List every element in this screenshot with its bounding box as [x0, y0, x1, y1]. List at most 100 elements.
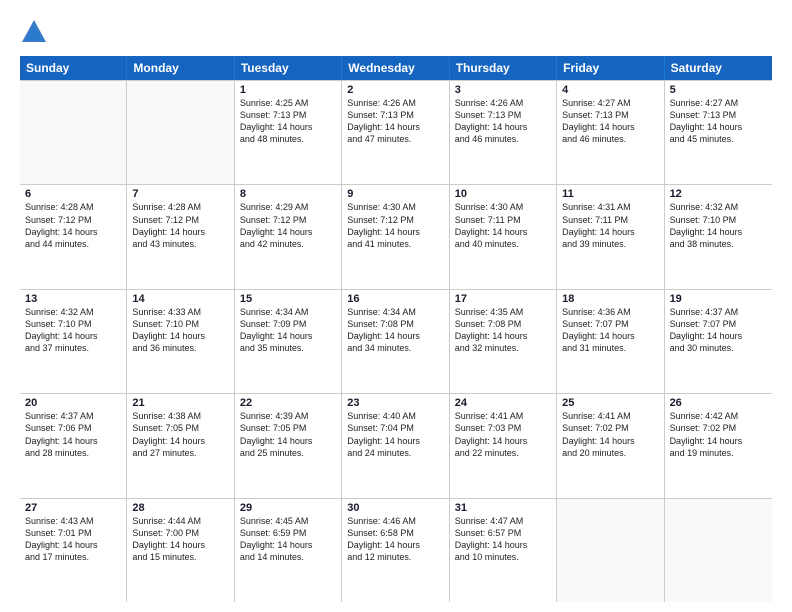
day-number: 26: [670, 397, 767, 409]
day-number: 7: [132, 188, 228, 200]
day-number: 5: [670, 84, 767, 96]
day-number: 24: [455, 397, 551, 409]
calendar-header: SundayMondayTuesdayWednesdayThursdayFrid…: [20, 56, 772, 80]
day-info: Sunrise: 4:39 AMSunset: 7:05 PMDaylight:…: [240, 410, 336, 459]
calendar-cell: 5Sunrise: 4:27 AMSunset: 7:13 PMDaylight…: [665, 81, 772, 184]
day-info: Sunrise: 4:28 AMSunset: 7:12 PMDaylight:…: [132, 201, 228, 250]
calendar-cell: 14Sunrise: 4:33 AMSunset: 7:10 PMDayligh…: [127, 290, 234, 393]
day-info: Sunrise: 4:27 AMSunset: 7:13 PMDaylight:…: [562, 97, 658, 146]
day-info: Sunrise: 4:42 AMSunset: 7:02 PMDaylight:…: [670, 410, 767, 459]
day-number: 4: [562, 84, 658, 96]
calendar-cell: 1Sunrise: 4:25 AMSunset: 7:13 PMDaylight…: [235, 81, 342, 184]
calendar-row: 27Sunrise: 4:43 AMSunset: 7:01 PMDayligh…: [20, 499, 772, 602]
calendar-cell: 28Sunrise: 4:44 AMSunset: 7:00 PMDayligh…: [127, 499, 234, 602]
calendar-cell: 15Sunrise: 4:34 AMSunset: 7:09 PMDayligh…: [235, 290, 342, 393]
day-info: Sunrise: 4:38 AMSunset: 7:05 PMDaylight:…: [132, 410, 228, 459]
calendar-cell: 6Sunrise: 4:28 AMSunset: 7:12 PMDaylight…: [20, 185, 127, 288]
calendar-row: 13Sunrise: 4:32 AMSunset: 7:10 PMDayligh…: [20, 290, 772, 394]
day-number: 22: [240, 397, 336, 409]
calendar-body: 1Sunrise: 4:25 AMSunset: 7:13 PMDaylight…: [20, 80, 772, 602]
day-info: Sunrise: 4:32 AMSunset: 7:10 PMDaylight:…: [670, 201, 767, 250]
day-info: Sunrise: 4:34 AMSunset: 7:08 PMDaylight:…: [347, 306, 443, 355]
calendar-cell: [20, 81, 127, 184]
day-info: Sunrise: 4:26 AMSunset: 7:13 PMDaylight:…: [347, 97, 443, 146]
day-number: 10: [455, 188, 551, 200]
calendar-cell: 31Sunrise: 4:47 AMSunset: 6:57 PMDayligh…: [450, 499, 557, 602]
day-info: Sunrise: 4:37 AMSunset: 7:07 PMDaylight:…: [670, 306, 767, 355]
day-info: Sunrise: 4:45 AMSunset: 6:59 PMDaylight:…: [240, 515, 336, 564]
day-number: 2: [347, 84, 443, 96]
calendar-cell: 26Sunrise: 4:42 AMSunset: 7:02 PMDayligh…: [665, 394, 772, 497]
calendar-cell: [665, 499, 772, 602]
day-info: Sunrise: 4:30 AMSunset: 7:11 PMDaylight:…: [455, 201, 551, 250]
day-number: 20: [25, 397, 121, 409]
day-info: Sunrise: 4:43 AMSunset: 7:01 PMDaylight:…: [25, 515, 121, 564]
day-number: 17: [455, 293, 551, 305]
calendar-cell: 4Sunrise: 4:27 AMSunset: 7:13 PMDaylight…: [557, 81, 664, 184]
day-info: Sunrise: 4:37 AMSunset: 7:06 PMDaylight:…: [25, 410, 121, 459]
day-number: 14: [132, 293, 228, 305]
day-info: Sunrise: 4:25 AMSunset: 7:13 PMDaylight:…: [240, 97, 336, 146]
calendar-cell: 12Sunrise: 4:32 AMSunset: 7:10 PMDayligh…: [665, 185, 772, 288]
page-header: [20, 18, 772, 46]
calendar-cell: 24Sunrise: 4:41 AMSunset: 7:03 PMDayligh…: [450, 394, 557, 497]
day-number: 6: [25, 188, 121, 200]
calendar-row: 6Sunrise: 4:28 AMSunset: 7:12 PMDaylight…: [20, 185, 772, 289]
day-info: Sunrise: 4:41 AMSunset: 7:03 PMDaylight:…: [455, 410, 551, 459]
weekday-header: Tuesday: [235, 56, 342, 80]
day-info: Sunrise: 4:32 AMSunset: 7:10 PMDaylight:…: [25, 306, 121, 355]
weekday-header: Wednesday: [342, 56, 449, 80]
weekday-header: Saturday: [665, 56, 772, 80]
day-number: 8: [240, 188, 336, 200]
calendar-cell: 25Sunrise: 4:41 AMSunset: 7:02 PMDayligh…: [557, 394, 664, 497]
calendar-cell: 30Sunrise: 4:46 AMSunset: 6:58 PMDayligh…: [342, 499, 449, 602]
calendar-cell: 18Sunrise: 4:36 AMSunset: 7:07 PMDayligh…: [557, 290, 664, 393]
day-number: 31: [455, 502, 551, 514]
calendar-cell: 22Sunrise: 4:39 AMSunset: 7:05 PMDayligh…: [235, 394, 342, 497]
day-info: Sunrise: 4:29 AMSunset: 7:12 PMDaylight:…: [240, 201, 336, 250]
day-info: Sunrise: 4:26 AMSunset: 7:13 PMDaylight:…: [455, 97, 551, 146]
day-number: 15: [240, 293, 336, 305]
day-number: 16: [347, 293, 443, 305]
weekday-header: Sunday: [20, 56, 127, 80]
calendar-cell: [557, 499, 664, 602]
day-info: Sunrise: 4:47 AMSunset: 6:57 PMDaylight:…: [455, 515, 551, 564]
day-number: 21: [132, 397, 228, 409]
day-number: 18: [562, 293, 658, 305]
calendar-cell: 23Sunrise: 4:40 AMSunset: 7:04 PMDayligh…: [342, 394, 449, 497]
day-info: Sunrise: 4:36 AMSunset: 7:07 PMDaylight:…: [562, 306, 658, 355]
day-info: Sunrise: 4:40 AMSunset: 7:04 PMDaylight:…: [347, 410, 443, 459]
day-number: 11: [562, 188, 658, 200]
day-info: Sunrise: 4:31 AMSunset: 7:11 PMDaylight:…: [562, 201, 658, 250]
day-info: Sunrise: 4:27 AMSunset: 7:13 PMDaylight:…: [670, 97, 767, 146]
weekday-header: Thursday: [450, 56, 557, 80]
calendar-cell: 8Sunrise: 4:29 AMSunset: 7:12 PMDaylight…: [235, 185, 342, 288]
day-number: 28: [132, 502, 228, 514]
calendar-cell: 20Sunrise: 4:37 AMSunset: 7:06 PMDayligh…: [20, 394, 127, 497]
calendar-row: 1Sunrise: 4:25 AMSunset: 7:13 PMDaylight…: [20, 80, 772, 185]
day-info: Sunrise: 4:33 AMSunset: 7:10 PMDaylight:…: [132, 306, 228, 355]
day-number: 29: [240, 502, 336, 514]
day-info: Sunrise: 4:30 AMSunset: 7:12 PMDaylight:…: [347, 201, 443, 250]
calendar: SundayMondayTuesdayWednesdayThursdayFrid…: [20, 56, 772, 602]
day-info: Sunrise: 4:35 AMSunset: 7:08 PMDaylight:…: [455, 306, 551, 355]
calendar-cell: 19Sunrise: 4:37 AMSunset: 7:07 PMDayligh…: [665, 290, 772, 393]
weekday-header: Monday: [127, 56, 234, 80]
calendar-cell: [127, 81, 234, 184]
calendar-row: 20Sunrise: 4:37 AMSunset: 7:06 PMDayligh…: [20, 394, 772, 498]
day-info: Sunrise: 4:28 AMSunset: 7:12 PMDaylight:…: [25, 201, 121, 250]
calendar-cell: 21Sunrise: 4:38 AMSunset: 7:05 PMDayligh…: [127, 394, 234, 497]
weekday-header: Friday: [557, 56, 664, 80]
day-number: 25: [562, 397, 658, 409]
calendar-cell: 10Sunrise: 4:30 AMSunset: 7:11 PMDayligh…: [450, 185, 557, 288]
calendar-cell: 7Sunrise: 4:28 AMSunset: 7:12 PMDaylight…: [127, 185, 234, 288]
day-number: 27: [25, 502, 121, 514]
day-info: Sunrise: 4:41 AMSunset: 7:02 PMDaylight:…: [562, 410, 658, 459]
day-info: Sunrise: 4:44 AMSunset: 7:00 PMDaylight:…: [132, 515, 228, 564]
calendar-cell: 17Sunrise: 4:35 AMSunset: 7:08 PMDayligh…: [450, 290, 557, 393]
calendar-cell: 9Sunrise: 4:30 AMSunset: 7:12 PMDaylight…: [342, 185, 449, 288]
day-number: 9: [347, 188, 443, 200]
day-number: 3: [455, 84, 551, 96]
calendar-cell: 16Sunrise: 4:34 AMSunset: 7:08 PMDayligh…: [342, 290, 449, 393]
calendar-cell: 27Sunrise: 4:43 AMSunset: 7:01 PMDayligh…: [20, 499, 127, 602]
